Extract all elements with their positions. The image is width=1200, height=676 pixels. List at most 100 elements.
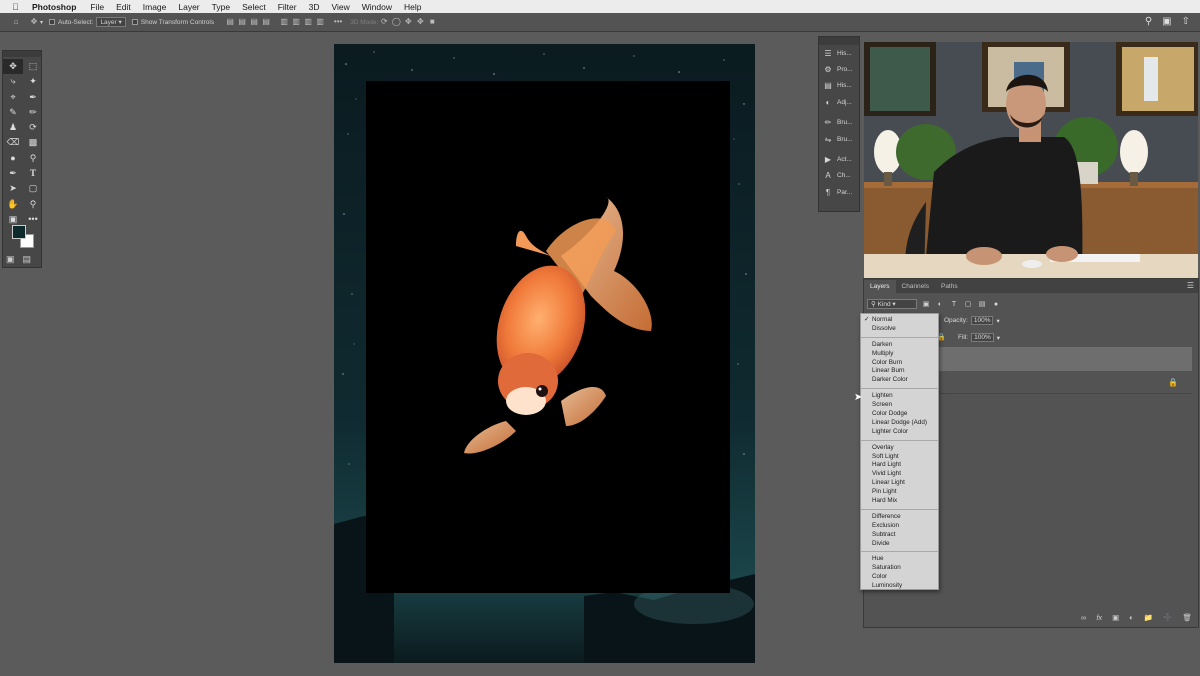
lasso-tool-icon[interactable]: ⤷ bbox=[3, 74, 23, 89]
transform-controls-checkbox[interactable] bbox=[131, 19, 138, 25]
blend-lighten[interactable]: Lighten bbox=[861, 392, 938, 401]
search-icon[interactable]: ⚲ bbox=[1145, 16, 1152, 27]
more-options-icon[interactable]: ••• bbox=[332, 17, 344, 27]
blend-hue[interactable]: Hue bbox=[861, 555, 938, 564]
filter-kind-dropdown[interactable]: ⚲ Kind ▾ bbox=[867, 299, 917, 309]
menu-3d[interactable]: 3D bbox=[309, 2, 320, 12]
brush-tool-icon[interactable]: ✏ bbox=[23, 105, 43, 120]
eraser-icon[interactable]: ⌫ bbox=[3, 135, 23, 150]
blend-linear-burn[interactable]: Linear Burn bbox=[861, 367, 938, 376]
blend-overlay[interactable]: Overlay bbox=[861, 444, 938, 453]
blend-screen[interactable]: Screen bbox=[861, 401, 938, 410]
distribute-vertical-icon[interactable]: ▥ bbox=[314, 17, 326, 27]
blend-color-burn[interactable]: Color Burn bbox=[861, 359, 938, 368]
workspace-icon[interactable]: ▣ bbox=[1162, 16, 1171, 27]
panel-properties[interactable]: ⚙ Pro... bbox=[819, 61, 859, 77]
new-group-icon[interactable]: 📁 bbox=[1144, 613, 1153, 622]
blend-vivid-light[interactable]: Vivid Light bbox=[861, 470, 938, 479]
screen-mode-icon[interactable]: ▤ bbox=[23, 254, 32, 265]
opacity-input[interactable]: 100% bbox=[970, 316, 994, 325]
panel-adjustments[interactable]: ◐ Adj... bbox=[819, 94, 859, 110]
panel-character[interactable]: A Ch... bbox=[819, 168, 859, 184]
app-menu[interactable]: Photoshop bbox=[32, 2, 76, 12]
blend-lighter-color[interactable]: Lighter Color bbox=[861, 428, 938, 437]
menu-edit[interactable]: Edit bbox=[116, 2, 131, 12]
document-canvas[interactable] bbox=[334, 44, 755, 663]
zoom-tool-icon[interactable]: ⚲ bbox=[23, 197, 43, 212]
panel-history[interactable]: ☰ His... bbox=[819, 45, 859, 61]
healing-brush-icon[interactable]: ✎ bbox=[3, 105, 23, 120]
foreground-color-swatch[interactable] bbox=[12, 225, 26, 239]
distribute-icon[interactable]: ▤ bbox=[260, 17, 272, 27]
align-left-icon[interactable]: ▤ bbox=[224, 17, 236, 27]
filter-toggle-icon[interactable]: ● bbox=[991, 301, 1001, 308]
align-middle-icon[interactable]: ▥ bbox=[290, 17, 302, 27]
blend-darker-color[interactable]: Darker Color bbox=[861, 376, 938, 385]
tab-channels[interactable]: Channels bbox=[896, 280, 935, 293]
3d-scale-icon[interactable]: ■ bbox=[426, 17, 438, 27]
layer-lock-icon[interactable]: 🔒 bbox=[1168, 378, 1178, 387]
gradient-icon[interactable]: ▩ bbox=[23, 135, 43, 150]
tab-paths[interactable]: Paths bbox=[935, 280, 964, 293]
crop-tool-icon[interactable]: ⌖ bbox=[3, 90, 23, 105]
path-select-icon[interactable]: ➤ bbox=[3, 181, 23, 196]
fill-input[interactable]: 100% bbox=[971, 333, 994, 342]
new-layer-icon[interactable]: ➕ bbox=[1163, 613, 1172, 622]
marquee-tool-icon[interactable]: ⬚ bbox=[23, 59, 43, 74]
3d-slide-icon[interactable]: ✥ bbox=[414, 17, 426, 27]
blend-exclusion[interactable]: Exclusion bbox=[861, 522, 938, 531]
menu-select[interactable]: Select bbox=[242, 2, 266, 12]
adjustment-layer-icon[interactable]: ◐ bbox=[1129, 613, 1134, 622]
menu-type[interactable]: Type bbox=[212, 2, 230, 12]
blend-subtract[interactable]: Subtract bbox=[861, 531, 938, 540]
tab-layers[interactable]: Layers bbox=[864, 280, 896, 293]
move-tool-icon[interactable]: ✥ bbox=[3, 59, 23, 75]
blend-luminosity[interactable]: Luminosity bbox=[861, 582, 938, 591]
panel-brushes[interactable]: ✏ Bru... bbox=[819, 115, 859, 131]
panel-actions[interactable]: ▶ Act... bbox=[819, 151, 859, 167]
panel-menu-icon[interactable]: ☰ bbox=[1187, 281, 1194, 290]
add-mask-icon[interactable]: ▣ bbox=[1112, 613, 1119, 622]
blend-linear-dodge[interactable]: Linear Dodge (Add) bbox=[861, 419, 938, 428]
auto-select-checkbox[interactable] bbox=[49, 19, 56, 25]
3d-rotate-icon[interactable]: ⟳ bbox=[378, 17, 390, 27]
type-tool-icon[interactable]: T bbox=[23, 166, 43, 181]
apple-icon[interactable]:  bbox=[12, 2, 24, 12]
delete-layer-icon[interactable]: 🗑 bbox=[1182, 613, 1192, 622]
align-bottom-icon[interactable]: ▥ bbox=[302, 17, 314, 27]
share-icon[interactable]: ⇧ bbox=[1182, 16, 1190, 27]
blend-difference[interactable]: Difference bbox=[861, 513, 938, 522]
blend-color[interactable]: Color bbox=[861, 573, 938, 582]
filter-pixel-icon[interactable]: ▣ bbox=[921, 300, 931, 308]
blend-hard-mix[interactable]: Hard Mix bbox=[861, 497, 938, 506]
auto-select-dropdown[interactable]: Layer ▾ bbox=[96, 17, 126, 27]
blend-color-dodge[interactable]: Color Dodge bbox=[861, 410, 938, 419]
menu-help[interactable]: Help bbox=[404, 2, 421, 12]
opacity-chevron-icon[interactable]: ▾ bbox=[996, 317, 999, 325]
pen-tool-icon[interactable]: ✒ bbox=[3, 166, 23, 181]
fill-chevron-icon[interactable]: ▾ bbox=[997, 334, 1000, 342]
menu-file[interactable]: File bbox=[90, 2, 104, 12]
menu-window[interactable]: Window bbox=[362, 2, 392, 12]
blend-multiply[interactable]: Multiply bbox=[861, 350, 938, 359]
panel-histogram[interactable]: ▤ His... bbox=[819, 78, 859, 94]
blend-soft-light[interactable]: Soft Light bbox=[861, 453, 938, 462]
3d-pan-icon[interactable]: ✥ bbox=[402, 17, 414, 27]
align-center-icon[interactable]: ▤ bbox=[236, 17, 248, 27]
blur-tool-icon[interactable]: ● bbox=[3, 151, 23, 166]
filter-adjustment-icon[interactable]: ◐ bbox=[935, 301, 945, 308]
blend-normal[interactable]: ✓ Normal bbox=[861, 316, 938, 325]
filter-smart-object-icon[interactable]: ▤ bbox=[977, 300, 987, 308]
panel-brush-settings[interactable]: ⇋ Bru... bbox=[819, 131, 859, 147]
more-tools-icon[interactable]: ••• bbox=[23, 212, 43, 227]
link-layers-icon[interactable]: ∞ bbox=[1081, 613, 1086, 622]
align-top-icon[interactable]: ▥ bbox=[278, 17, 290, 27]
blend-pin-light[interactable]: Pin Light bbox=[861, 488, 938, 497]
dodge-tool-icon[interactable]: ⚲ bbox=[23, 151, 43, 166]
3d-roll-icon[interactable]: ◯ bbox=[390, 17, 402, 27]
menu-filter[interactable]: Filter bbox=[278, 2, 297, 12]
icon-column-header[interactable] bbox=[819, 37, 859, 45]
panel-paragraph[interactable]: ¶ Par... bbox=[819, 184, 859, 200]
blend-saturation[interactable]: Saturation bbox=[861, 564, 938, 573]
align-right-icon[interactable]: ▤ bbox=[248, 17, 260, 27]
